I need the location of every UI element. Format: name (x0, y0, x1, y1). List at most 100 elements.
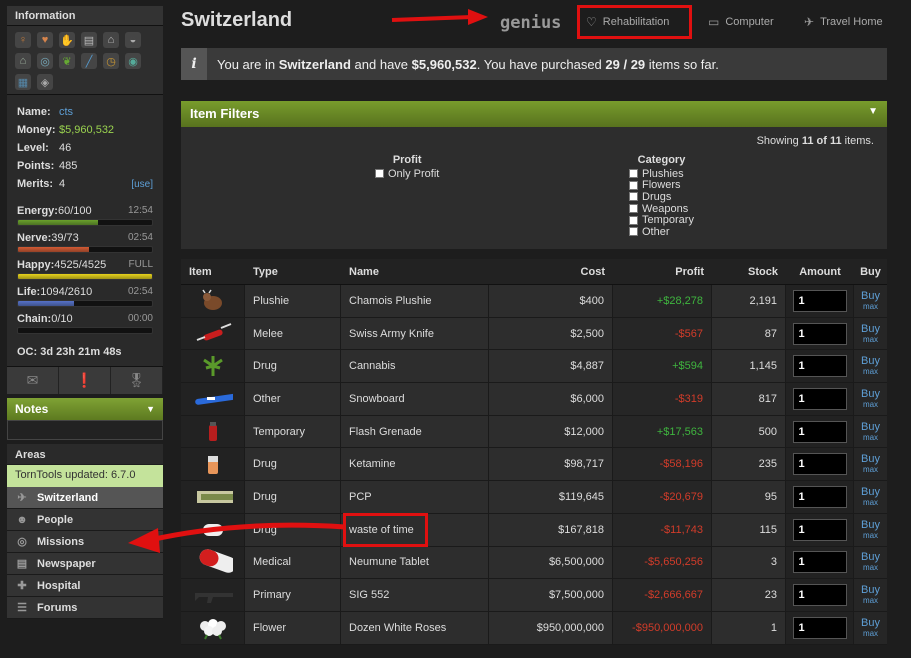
header-name[interactable]: Name (341, 259, 489, 284)
newspaper-icon[interactable]: ▤ (81, 32, 97, 48)
max-button[interactable]: max (863, 335, 878, 345)
amount-input[interactable]: 1 (792, 355, 847, 378)
notes-textarea[interactable] (7, 420, 163, 440)
amount-input[interactable]: 1 (792, 485, 847, 508)
item-image[interactable] (181, 448, 245, 481)
max-button[interactable]: max (863, 465, 878, 475)
heart-icon[interactable]: ♥ (37, 32, 53, 48)
amount-input[interactable]: 1 (792, 387, 847, 410)
checkbox-box[interactable] (629, 180, 638, 190)
max-button[interactable]: max (863, 367, 878, 377)
checkbox-box[interactable] (629, 227, 638, 237)
buy-button[interactable]: Buy (861, 519, 880, 531)
travel-home-link[interactable]: ✈ Travel Home (804, 15, 883, 29)
user-name-link[interactable]: cts (59, 106, 73, 118)
header-type[interactable]: Type (245, 259, 341, 284)
max-button[interactable]: max (863, 400, 878, 410)
item-image[interactable] (181, 481, 245, 513)
filter-profit-only-profit-checkbox[interactable]: Only Profit (375, 168, 439, 180)
max-button[interactable]: max (863, 563, 878, 573)
amount-input[interactable]: 1 (792, 289, 847, 312)
merits-use-link[interactable]: [use] (131, 179, 153, 190)
sidebar-item-forums[interactable]: ☰ Forums (7, 597, 163, 619)
checkbox-box[interactable] (629, 204, 638, 214)
filter-category-plushies-checkbox[interactable]: Plushies (629, 168, 694, 180)
filter-category-drugs-checkbox[interactable]: Drugs (629, 191, 694, 203)
buy-button[interactable]: Buy (861, 617, 880, 629)
max-button[interactable]: max (863, 498, 878, 508)
amount-input[interactable]: 1 (792, 616, 847, 639)
amount-input[interactable]: 1 (792, 420, 847, 443)
bar-energy[interactable]: Energy:60/100 12:54 (17, 205, 153, 226)
buy-button[interactable]: Buy (861, 584, 880, 596)
education-icon[interactable]: ◎ (37, 53, 53, 69)
hand-icon[interactable]: ✋ (59, 32, 75, 48)
sidebar-item-hospital[interactable]: ✚ Hospital (7, 575, 163, 597)
item-image[interactable] (181, 611, 245, 644)
sidebar-item-missions[interactable]: ◎ Missions (7, 531, 163, 553)
max-button[interactable]: max (863, 433, 878, 443)
buy-button[interactable]: Buy (861, 355, 880, 367)
globe-icon[interactable]: ◉ (125, 53, 141, 69)
awards-icon[interactable]: 🎖 (111, 367, 163, 394)
events-icon[interactable]: ❗ (59, 367, 111, 394)
item-image[interactable] (181, 415, 245, 448)
checkbox-box[interactable] (629, 169, 638, 179)
item-filters-header[interactable]: Item Filters ▼ (181, 101, 887, 127)
item-image[interactable] (181, 350, 245, 383)
buy-button[interactable]: Buy (861, 388, 880, 400)
amount-input[interactable]: 1 (792, 518, 847, 541)
computer-link[interactable]: ▭ Computer (708, 15, 774, 29)
bar-happy[interactable]: Happy:4525/4525 FULL (17, 259, 153, 280)
leaf-icon[interactable]: ❦ (59, 53, 75, 69)
max-button[interactable]: max (863, 531, 878, 541)
header-item[interactable]: Item (181, 259, 245, 284)
clock-icon[interactable]: ◷ (103, 53, 119, 69)
stock-icon[interactable]: ▦ (15, 74, 31, 90)
points-value[interactable]: 485 (59, 160, 77, 172)
buy-button[interactable]: Buy (861, 421, 880, 433)
checkbox-box[interactable] (375, 169, 384, 179)
header-stock[interactable]: Stock (712, 259, 786, 284)
female-icon[interactable]: ♀ (15, 32, 31, 48)
buy-button[interactable]: Buy (861, 290, 880, 302)
item-image[interactable] (181, 546, 245, 579)
max-button[interactable]: max (863, 629, 878, 639)
buy-button[interactable]: Buy (861, 486, 880, 498)
sidebar-item-newspaper[interactable]: ▤ Newspaper (7, 553, 163, 575)
messages-icon[interactable]: ✉ (7, 367, 59, 394)
item-image[interactable] (181, 383, 245, 415)
item-image[interactable] (181, 317, 245, 350)
item-image[interactable] (181, 285, 245, 317)
filter-category-temporary-checkbox[interactable]: Temporary (629, 214, 694, 226)
amount-input[interactable]: 1 (792, 453, 847, 476)
buy-button[interactable]: Buy (861, 453, 880, 465)
bar-life[interactable]: Life:1094/2610 02:54 (17, 286, 153, 307)
filter-category-flowers-checkbox[interactable]: Flowers (629, 179, 694, 191)
amount-input[interactable]: 1 (792, 584, 847, 607)
sidebar-item-switzerland[interactable]: ✈ Switzerland (7, 487, 163, 509)
header-cost[interactable]: Cost (489, 259, 613, 284)
item-image[interactable] (181, 513, 245, 546)
amount-input[interactable]: 1 (792, 322, 847, 345)
camera-icon[interactable]: ◈ (37, 74, 53, 90)
max-button[interactable]: max (863, 302, 878, 312)
item-image[interactable] (181, 579, 245, 611)
sidebar-item-people[interactable]: ☻ People (7, 509, 163, 531)
filter-category-other-checkbox[interactable]: Other (629, 226, 694, 238)
money-value[interactable]: $5,960,532 (59, 124, 114, 136)
filter-category-weapons-checkbox[interactable]: Weapons (629, 203, 694, 215)
notes-header[interactable]: Notes ▼ (7, 398, 163, 420)
bar-chain[interactable]: Chain:0/10 00:00 (17, 313, 153, 334)
amount-input[interactable]: 1 (792, 551, 847, 574)
checkbox-box[interactable] (629, 215, 638, 225)
buy-button[interactable]: Buy (861, 551, 880, 563)
syringe-icon[interactable]: ╱ (81, 53, 97, 69)
max-button[interactable]: max (863, 596, 878, 606)
header-profit[interactable]: Profit (613, 259, 712, 284)
house-icon[interactable]: ⌂ (15, 53, 31, 69)
buy-button[interactable]: Buy (861, 323, 880, 335)
bar-nerve[interactable]: Nerve:39/73 02:54 (17, 232, 153, 253)
shoe-icon[interactable]: ◒ (125, 32, 141, 48)
organized-crime-timer[interactable]: OC: 3d 23h 21m 48s (7, 338, 163, 366)
